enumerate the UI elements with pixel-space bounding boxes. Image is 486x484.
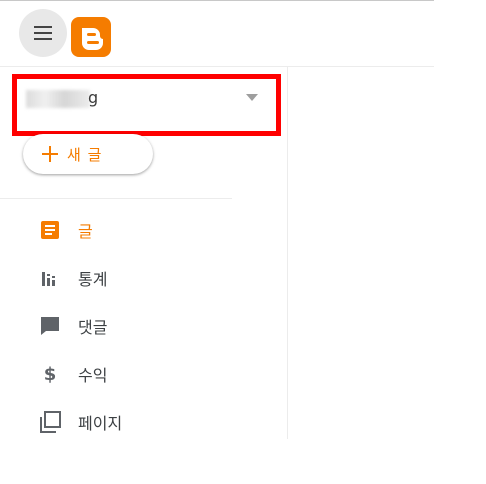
nav-item-label: 댓글 [78,318,108,337]
comment-icon [38,314,62,338]
nav-item-label: 페이지 [78,414,123,433]
nav-divider [0,198,232,199]
nav-item-posts[interactable]: 글 [38,218,278,242]
pages-icon [38,410,62,434]
new-post-button[interactable]: 새 글 [23,134,153,174]
top-border [0,0,434,1]
nav-item-comments[interactable]: 댓글 [38,314,278,338]
blogger-dashboard: g 새 글 글 통계 댓글 $ 수익 페이지 [0,0,486,484]
stats-icon [38,266,62,290]
nav-item-stats[interactable]: 통계 [38,266,278,290]
new-post-label: 새 글 [67,145,103,164]
hamburger-menu-icon [34,26,52,40]
hamburger-menu-button[interactable] [19,9,67,57]
nav-item-label: 수익 [78,366,108,385]
nav-item-pages[interactable]: 페이지 [38,410,278,434]
blogger-logo-icon[interactable] [71,17,111,57]
nav-item-label: 글 [78,222,93,241]
nav-item-earnings[interactable]: $ 수익 [38,362,278,386]
header-divider [0,66,434,67]
sidebar-divider [287,67,288,439]
nav-item-label: 통계 [78,270,108,289]
dollar-icon: $ [43,363,57,385]
highlight-annotation-box [12,74,281,136]
plus-icon [41,145,59,163]
posts-icon [38,218,62,242]
